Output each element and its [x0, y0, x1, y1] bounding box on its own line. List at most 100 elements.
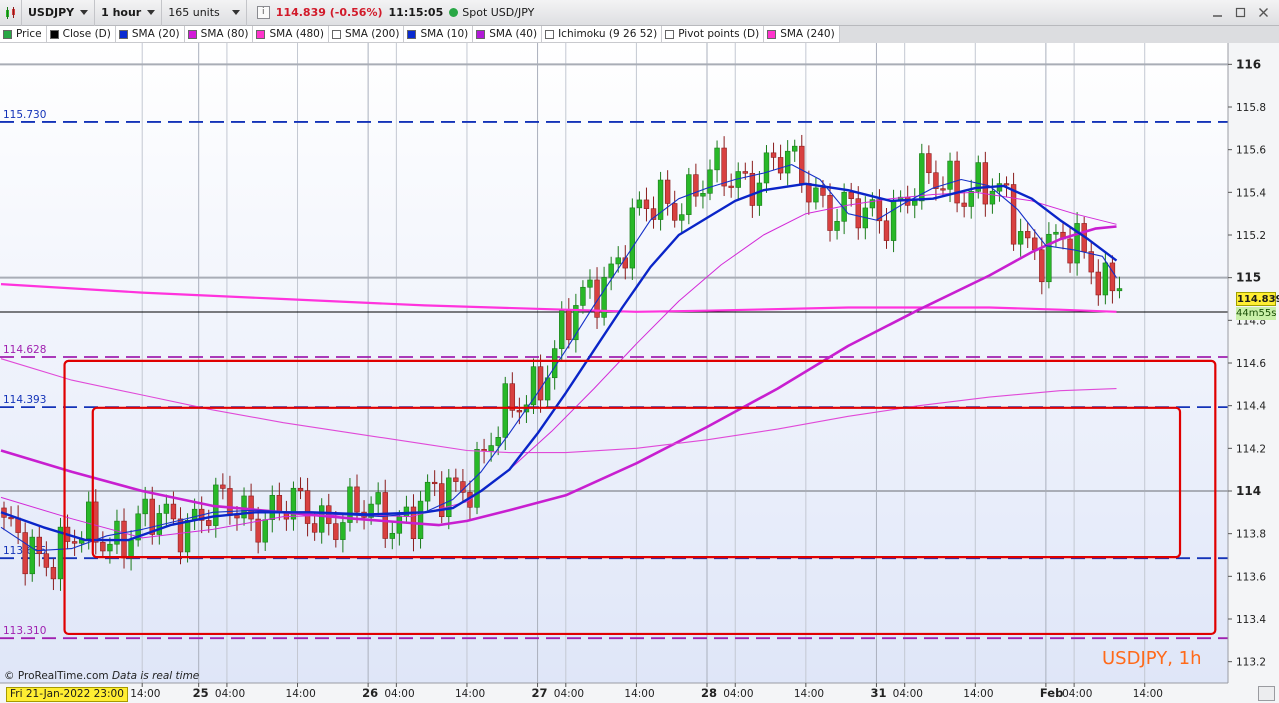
timeframe-selector[interactable]: 1 hour — [95, 0, 163, 26]
legend-swatch — [767, 29, 777, 39]
price-tick-label: 115.4 — [1236, 187, 1266, 199]
level-label: 115.730 — [3, 109, 46, 121]
candle-body — [700, 193, 706, 197]
time-tick-label: 04:00 — [893, 688, 923, 700]
candle-timer-tag: 44m55s — [1236, 307, 1277, 320]
legend-item[interactable]: SMA (40) — [473, 25, 543, 43]
candle-body — [792, 145, 798, 152]
candle-body — [142, 498, 148, 515]
candle-body — [820, 187, 826, 196]
first-visible-date: Fri 21-Jan-2022 23:00 — [6, 687, 128, 702]
time-tick-label: 04:00 — [384, 688, 414, 700]
candle-body — [1095, 271, 1102, 296]
close-icon[interactable] — [1258, 7, 1269, 18]
plot-background — [0, 43, 1228, 683]
candle-body — [50, 567, 57, 580]
legend-item[interactable]: SMA (240) — [764, 25, 840, 43]
legend-item[interactable]: SMA (20) — [116, 25, 185, 43]
candle-body — [93, 501, 99, 543]
candle-body — [1003, 183, 1010, 186]
candle-body — [71, 541, 78, 544]
info-icon[interactable]: i — [256, 6, 270, 19]
candle-body — [926, 153, 932, 174]
candle-body — [389, 532, 395, 539]
chart-app-icon[interactable] — [0, 0, 22, 26]
candle-body — [439, 483, 445, 518]
candle-body — [184, 520, 191, 553]
price-tick-label: 113.2 — [1236, 657, 1266, 669]
symbol-selector[interactable]: USDJPY — [22, 0, 96, 26]
price-tick-label: 113.4 — [1236, 614, 1266, 626]
candle-body — [191, 508, 198, 521]
candle-body — [827, 195, 833, 231]
candle-body — [615, 257, 621, 265]
candle-body — [756, 182, 763, 206]
legend-item[interactable]: Price — [0, 25, 47, 43]
source-credit: © ProRealTime.com — [4, 670, 109, 682]
candle-body — [608, 263, 614, 278]
legend-item[interactable]: Pivot points (D) — [662, 25, 765, 43]
time-tick-label: 26 — [362, 686, 378, 700]
legend-swatch — [118, 29, 128, 39]
legend-label: Pivot points (D) — [678, 28, 760, 40]
candle-body — [968, 191, 974, 207]
legend-item[interactable]: SMA (480) — [253, 25, 329, 43]
minimize-icon[interactable] — [1212, 7, 1223, 18]
candle-body — [220, 484, 226, 489]
maximize-icon[interactable] — [1235, 7, 1246, 18]
candle-body — [777, 157, 784, 174]
legend-label: SMA (200) — [344, 28, 400, 40]
legend-item[interactable]: SMA (10) — [404, 25, 474, 43]
candle-body — [100, 541, 106, 552]
candle-body — [396, 516, 403, 534]
candle-body — [537, 366, 544, 401]
candle-body — [714, 147, 720, 171]
symbol-watermark: USDJPY, 1h — [1102, 648, 1202, 669]
candle-body — [156, 513, 163, 535]
candle-body — [234, 515, 240, 519]
legend-item[interactable]: SMA (200) — [329, 25, 405, 43]
candle-body — [57, 526, 64, 580]
legend-label: SMA (10) — [420, 28, 469, 40]
units-selector[interactable]: 165 units — [162, 0, 247, 26]
time-tick-label: 04:00 — [1062, 688, 1092, 700]
candle-body — [333, 523, 339, 540]
candle-body — [170, 503, 177, 520]
legend-item[interactable]: SMA (80) — [185, 25, 254, 43]
time-tick-label: 31 — [870, 686, 886, 700]
candle-body — [340, 522, 346, 540]
time-tick-label: 14:00 — [130, 688, 160, 700]
legend-item[interactable]: Close (D) — [47, 25, 116, 43]
candle-body — [587, 279, 593, 288]
chevron-down-icon — [80, 10, 89, 15]
price-chart[interactable]: 115.730114.628114.393113.685113.31011611… — [0, 43, 1279, 703]
candle-body — [509, 383, 516, 411]
candle-body — [262, 519, 268, 543]
price-tick-label: 114.4 — [1236, 401, 1266, 413]
candle-body — [1053, 231, 1059, 235]
candle-body — [22, 532, 28, 575]
level-label: 114.628 — [3, 344, 46, 356]
candle-body — [502, 383, 508, 438]
candle-body — [43, 553, 50, 568]
instrument-name: Spot USD/JPY — [462, 6, 535, 19]
candle-body — [495, 437, 501, 446]
candle-body — [636, 199, 643, 209]
candle-body — [326, 505, 332, 524]
candle-body — [799, 145, 805, 184]
candle-body — [128, 539, 134, 559]
legend-item[interactable]: Ichimoku (9 26 52) — [542, 25, 663, 43]
legend-label: SMA (480) — [269, 28, 324, 40]
time-tick-label: 04:00 — [215, 688, 245, 700]
candle-body — [580, 286, 586, 306]
legend-swatch — [256, 29, 266, 39]
legend-swatch — [545, 29, 555, 39]
chart-corner-button[interactable] — [1258, 686, 1275, 701]
legend-label: Ichimoku (9 26 52) — [558, 28, 658, 40]
candle-body — [163, 503, 170, 514]
candles-icon — [5, 6, 15, 19]
legend-swatch — [49, 29, 59, 39]
time-tick-label: 25 — [193, 686, 209, 700]
price-tick-label: 115.2 — [1236, 230, 1266, 242]
candle-body — [36, 536, 43, 555]
